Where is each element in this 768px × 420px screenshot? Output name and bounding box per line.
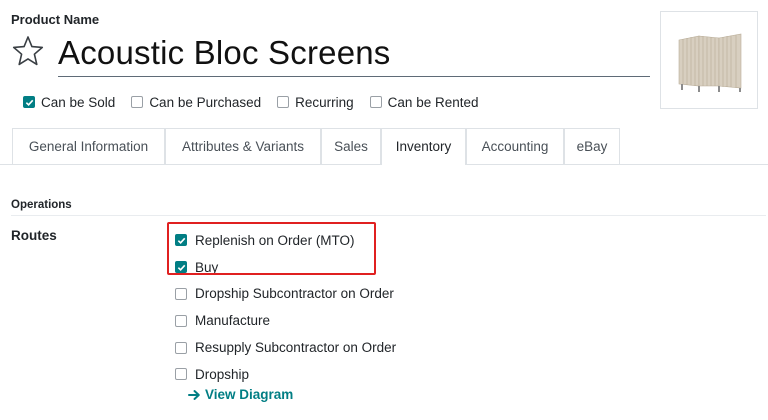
checkbox-unchecked-icon[interactable] [175,314,187,327]
route-resupply-subcontractor[interactable]: Resupply Subcontractor on Order [175,334,396,361]
product-image[interactable] [660,11,758,109]
favorite-star-icon[interactable] [10,33,46,69]
operations-section-title: Operations [11,199,72,211]
recurring-label: Recurring [295,94,354,110]
checkbox-unchecked-icon[interactable] [175,368,187,381]
checkbox-unchecked-icon[interactable] [131,96,144,108]
tab-inventory[interactable]: Inventory [381,128,466,165]
route-label: Manufacture [195,313,271,329]
view-diagram-button[interactable]: View Diagram [188,387,293,402]
can-be-sold-checkbox[interactable]: Can be Sold [23,95,115,110]
checkbox-unchecked-icon[interactable] [175,341,187,354]
product-name-label: Product Name [11,12,100,27]
tab-attributes-variants[interactable]: Attributes & Variants [165,128,321,164]
checkbox-unchecked-icon[interactable] [369,96,382,108]
annotation-highlight-box [167,222,376,275]
tab-general-information[interactable]: General Information [12,128,165,164]
can-be-purchased-checkbox[interactable]: Can be Purchased [131,95,261,110]
form-tabs: General Information Attributes & Variant… [0,128,768,165]
route-label: Dropship [195,366,250,382]
recurring-checkbox[interactable]: Recurring [277,95,354,110]
route-manufacture[interactable]: Manufacture [175,307,396,334]
product-name-input[interactable]: Acoustic Bloc Screens [58,34,650,72]
tab-sales[interactable]: Sales [321,128,381,164]
can-be-purchased-label: Can be Purchased [149,94,262,110]
can-be-sold-label: Can be Sold [41,94,116,110]
product-flags: Can be Sold Can be Purchased Recurring C… [23,92,495,112]
view-diagram-label: View Diagram [205,387,294,402]
checkbox-checked-icon[interactable] [23,96,35,108]
acoustic-screen-image [678,33,742,92]
can-be-rented-checkbox[interactable]: Can be Rented [369,94,479,110]
route-dropship[interactable]: Dropship [175,361,396,388]
checkbox-unchecked-icon[interactable] [277,96,290,108]
product-name-field[interactable]: Acoustic Bloc Screens [58,34,650,77]
route-label: Dropship Subcontractor on Order [195,286,394,302]
tab-ebay[interactable]: eBay [564,128,620,164]
tab-accounting[interactable]: Accounting [466,128,564,164]
routes-label: Routes [11,228,57,243]
checkbox-unchecked-icon[interactable] [175,287,187,300]
section-divider [11,215,766,216]
route-dropship-subcontractor[interactable]: Dropship Subcontractor on Order [175,281,396,308]
arrow-right-icon [188,389,201,401]
can-be-rented-label: Can be Rented [387,94,479,110]
route-label: Resupply Subcontractor on Order [195,340,397,356]
